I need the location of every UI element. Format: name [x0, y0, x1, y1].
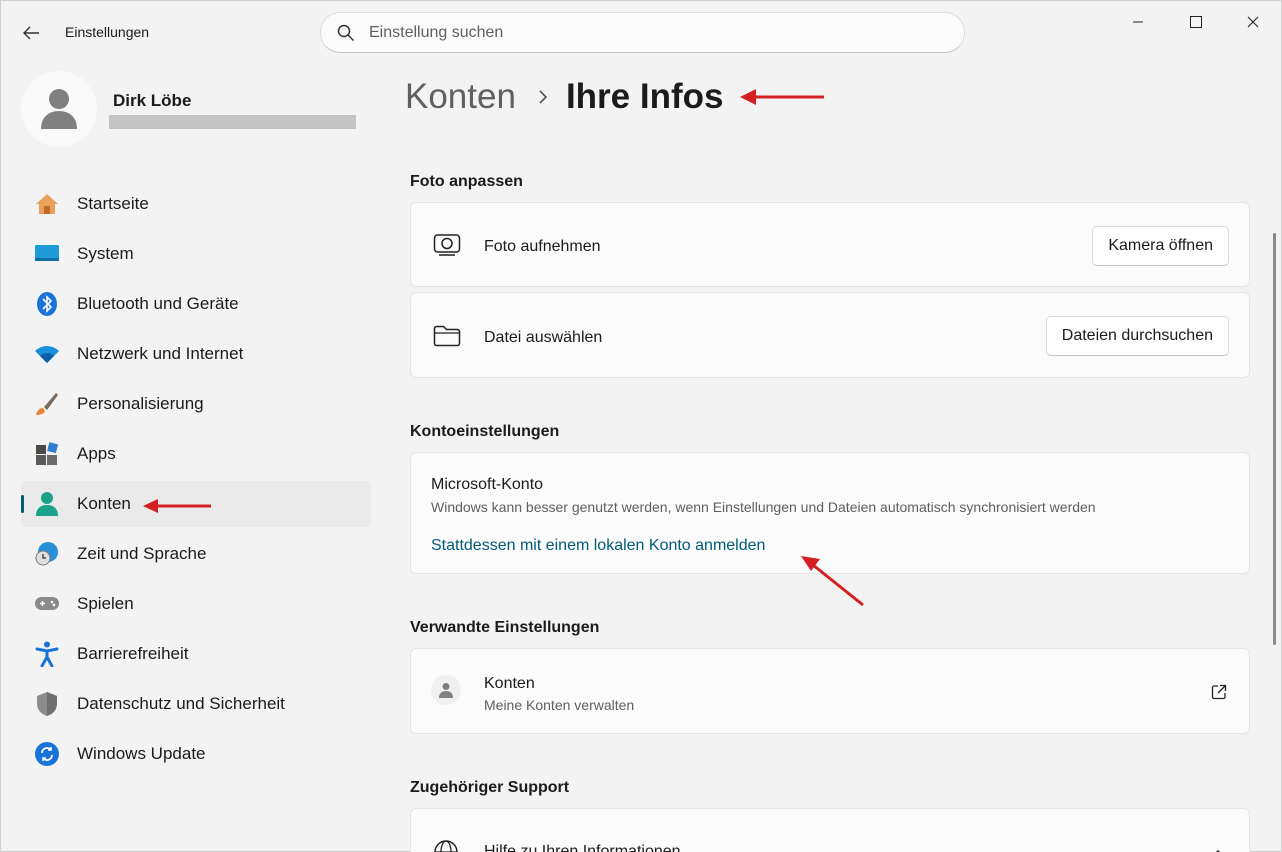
section-title-photo: Foto anpassen: [410, 173, 523, 190]
clock-globe-icon: [33, 540, 61, 568]
related-accounts-subtitle: Meine Konten verwalten: [484, 697, 635, 713]
open-camera-button[interactable]: Kamera öffnen: [1092, 226, 1229, 266]
sidebar-item-label: Spielen: [77, 594, 134, 613]
title-bar: Einstellungen: [1, 1, 1281, 63]
gamepad-icon: [33, 590, 61, 618]
local-account-signin-link[interactable]: Stattdessen mit einem lokalen Konto anme…: [431, 537, 765, 555]
system-icon: [33, 240, 61, 268]
sidebar-item-label: Personalisierung: [77, 394, 204, 413]
section-title-related: Verwandte Einstellungen: [410, 619, 600, 636]
take-photo-row: Foto aufnehmen Kamera öffnen: [410, 202, 1250, 287]
choose-file-row: Datei auswählen Dateien durchsuchen: [410, 292, 1250, 378]
account-avatar-icon: [431, 675, 461, 705]
maximize-button[interactable]: [1173, 7, 1219, 37]
folder-icon: [433, 324, 461, 348]
sidebar-item-label: Zeit und Sprache: [77, 544, 207, 563]
minimize-icon: [1133, 21, 1143, 23]
bluetooth-icon: [33, 290, 61, 318]
close-icon: [1247, 16, 1259, 28]
sidebar-item-label: Apps: [77, 444, 116, 463]
sidebar-item-system[interactable]: System: [21, 231, 371, 277]
section-title-account-settings: Kontoeinstellungen: [410, 423, 560, 440]
annotation-arrow-link: [801, 556, 864, 607]
search-box[interactable]: [320, 12, 965, 53]
annotation-arrow-title: [740, 89, 824, 105]
sidebar-item-label: Startseite: [77, 194, 149, 213]
redacted-email: [109, 115, 356, 129]
apps-icon: [33, 440, 61, 468]
support-row[interactable]: Hilfe zu Ihren Informationen: [410, 808, 1250, 852]
sidebar-item-label: Konten: [77, 494, 131, 513]
sidebar-item-label: System: [77, 244, 134, 263]
user-profile: Dirk Löbe: [21, 71, 381, 151]
back-button[interactable]: [15, 19, 47, 47]
brush-icon: [33, 390, 61, 418]
sidebar-item-netzwerk[interactable]: Netzwerk und Internet: [21, 331, 371, 377]
maximize-icon: [1190, 16, 1202, 28]
update-icon: [33, 740, 61, 768]
sidebar-item-label: Datenschutz und Sicherheit: [77, 694, 285, 713]
microsoft-account-description: Windows kann besser genutzt werden, wenn…: [431, 499, 1096, 515]
avatar[interactable]: [21, 71, 97, 147]
scrollbar[interactable]: [1273, 233, 1276, 645]
wifi-icon: [33, 340, 61, 368]
sidebar-nav: Startseite System Bluetooth und Geräte N…: [21, 181, 371, 781]
breadcrumb-parent[interactable]: Konten: [405, 77, 516, 117]
chevron-right-icon: [538, 89, 548, 105]
globe-icon: [433, 839, 459, 852]
user-name: Dirk Löbe: [113, 91, 192, 110]
sidebar-item-startseite[interactable]: Startseite: [21, 181, 371, 227]
search-icon: [337, 24, 355, 41]
annotation-arrow-konten: [143, 499, 211, 513]
user-avatar-icon: [41, 89, 77, 129]
sidebar-item-zeit-sprache[interactable]: Zeit und Sprache: [21, 531, 371, 577]
section-title-support: Zugehöriger Support: [410, 779, 570, 796]
chevron-up-icon: [1211, 845, 1225, 852]
open-external-icon: [1211, 684, 1227, 705]
take-photo-label: Foto aufnehmen: [484, 238, 601, 255]
sidebar-item-label: Netzwerk und Internet: [77, 344, 244, 363]
choose-file-label: Datei auswählen: [484, 329, 603, 346]
shield-icon: [33, 690, 61, 718]
page-title: Ihre Infos: [565, 77, 724, 116]
sidebar-item-label: Windows Update: [77, 744, 206, 763]
sidebar-item-label: Bluetooth und Geräte: [77, 294, 239, 313]
microsoft-account-title: Microsoft-Konto: [431, 476, 544, 493]
account-icon: [33, 490, 61, 518]
sidebar-item-apps[interactable]: Apps: [21, 431, 371, 477]
support-help-label: Hilfe zu Ihren Informationen: [484, 843, 681, 852]
sidebar-item-bluetooth[interactable]: Bluetooth und Geräte: [21, 281, 371, 327]
app-title: Einstellungen: [65, 24, 150, 40]
related-accounts-title: Konten: [484, 675, 535, 692]
sidebar-item-spielen[interactable]: Spielen: [21, 581, 371, 627]
browse-files-button[interactable]: Dateien durchsuchen: [1045, 316, 1229, 356]
sidebar-item-datenschutz[interactable]: Datenschutz und Sicherheit: [21, 681, 371, 727]
camera-icon: [433, 233, 461, 257]
sidebar-item-personalisierung[interactable]: Personalisierung: [21, 381, 371, 427]
accessibility-icon: [33, 640, 61, 668]
sidebar-item-barrierefreiheit[interactable]: Barrierefreiheit: [21, 631, 371, 677]
close-button[interactable]: [1230, 7, 1276, 37]
sidebar-item-windows-update[interactable]: Windows Update: [21, 731, 371, 777]
sidebar-item-label: Barrierefreiheit: [77, 644, 189, 663]
search-input[interactable]: [369, 23, 929, 42]
home-icon: [33, 190, 61, 218]
back-arrow-icon: [23, 26, 39, 40]
minimize-button[interactable]: [1115, 7, 1161, 37]
related-accounts-row[interactable]: Konten Meine Konten verwalten: [410, 648, 1250, 734]
breadcrumb: Konten Ihre Infos: [405, 73, 723, 121]
